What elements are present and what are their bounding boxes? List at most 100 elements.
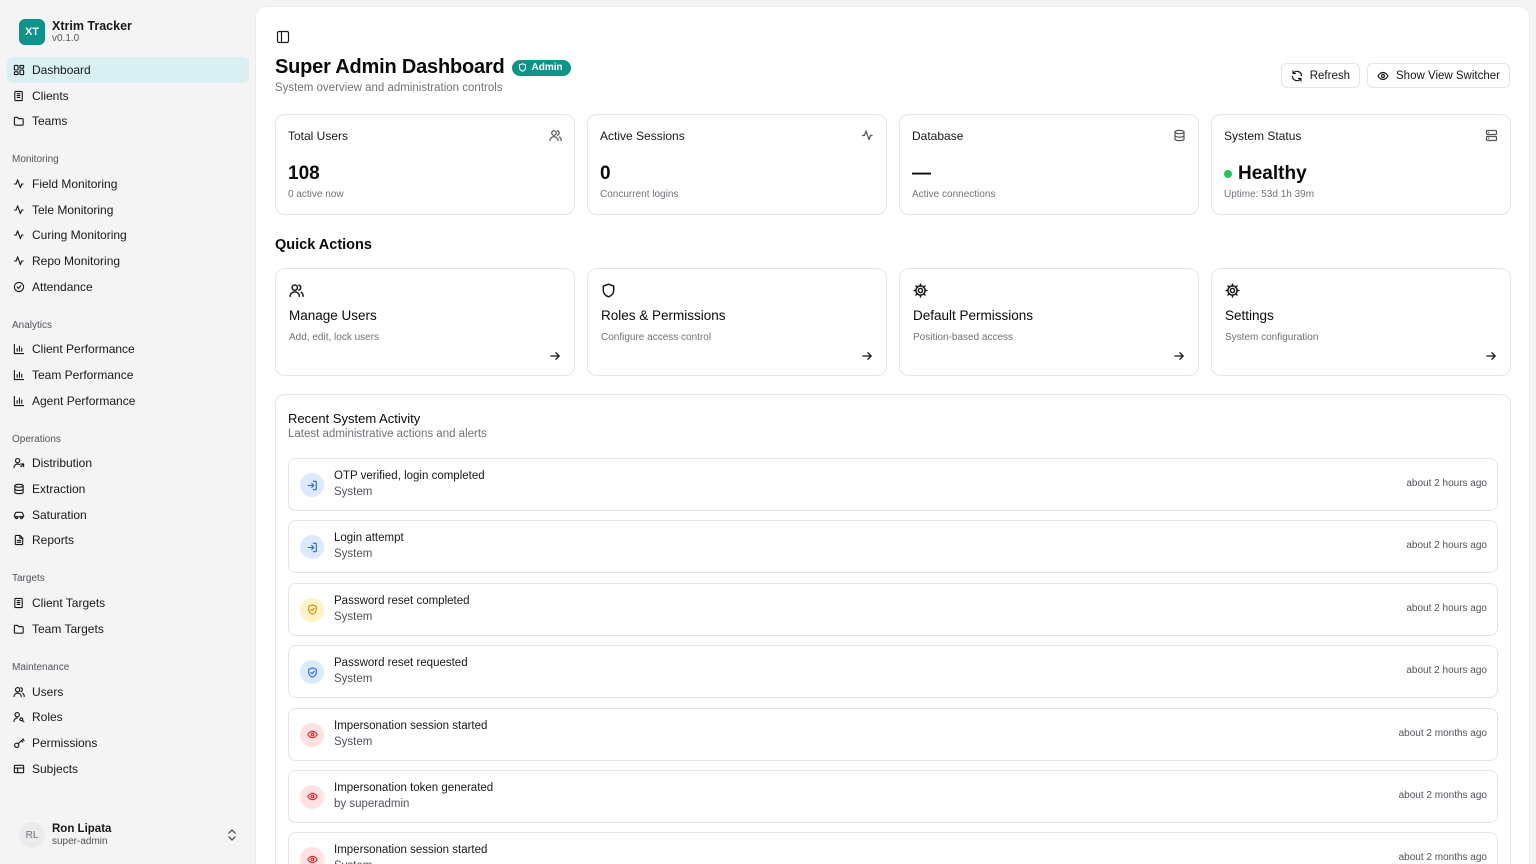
- action-card-settings[interactable]: Settings System configuration: [1211, 268, 1511, 376]
- header-actions: Refresh Show View Switcher: [1274, 63, 1510, 88]
- sidebar-group-analytics: Analytics: [12, 319, 53, 331]
- stat-label: Active Sessions: [600, 129, 685, 143]
- sidebar-item-label: Client Performance: [32, 342, 135, 357]
- stat-sub: 0 active now: [288, 189, 344, 200]
- activity-row[interactable]: Password reset requested System about 2 ho…: [288, 645, 1498, 699]
- sidebar-group-maintenance: Maintenance: [12, 661, 70, 673]
- stat-value-text: Healthy: [1238, 163, 1307, 184]
- stat-value: 0: [600, 163, 611, 185]
- activity-name: Impersonation session started: [334, 844, 488, 857]
- sidebar-item-subjects[interactable]: Subjects: [7, 756, 249, 782]
- sidebar-item-team-performance[interactable]: Team Performance: [7, 362, 249, 388]
- activity-row[interactable]: OTP verified, login completed System about…: [288, 458, 1498, 511]
- stat-value-text: —: [912, 163, 931, 184]
- user-key-icon: [13, 712, 25, 723]
- activity-actor: System: [334, 858, 487, 864]
- action-card-manage-users[interactable]: Manage Users Add, edit, lock users: [275, 268, 575, 376]
- sidebar-item-field-monitoring[interactable]: Field Monitoring: [7, 171, 249, 197]
- stat-card-active-sessions: Active Sessions 0 Concurrent logins: [587, 114, 887, 215]
- sidebar-item-label: Reports: [32, 533, 75, 548]
- check-circle-icon: [13, 281, 25, 292]
- quick-actions: Manage Users Add, edit, lock users Roles &…: [275, 268, 1511, 376]
- arrow-right-icon: [1486, 352, 1496, 360]
- app-root: XT Xtrim Tracker v0.1.0 Dashboard Clients…: [0, 0, 1536, 864]
- activity-row[interactable]: Impersonation session startedSystemabout…: [288, 707, 1498, 761]
- sidebar-item-clients[interactable]: Clients: [7, 83, 249, 109]
- user-role: super-admin: [52, 835, 108, 847]
- activity-text: Impersonation token generated by superadm…: [334, 781, 493, 812]
- stat-value: —: [912, 163, 931, 185]
- sidebar-item-permissions[interactable]: Permissions: [7, 730, 249, 756]
- sidebar-item-attendance[interactable]: Attendance: [7, 274, 249, 300]
- sidebar-item-distribution[interactable]: Distribution: [7, 451, 249, 477]
- folder-icon: [13, 116, 24, 126]
- stat-label: System Status: [1224, 129, 1302, 143]
- activity-name: Impersonation session started: [334, 719, 488, 732]
- action-title: Settings: [1225, 308, 1274, 323]
- sidebar-item-agent-performance[interactable]: Agent Performance: [7, 388, 249, 414]
- activity-row[interactable]: Login attempt System about 2 hours ago: [288, 520, 1498, 574]
- activity-row[interactable]: Password reset completed System about 2 ho…: [288, 582, 1498, 636]
- sidebar-item-tele-monitoring[interactable]: Tele Monitoring: [7, 197, 249, 223]
- chevrons-up-down-icon: [228, 829, 236, 841]
- sidebar-item-teams[interactable]: Teams: [7, 108, 249, 134]
- app-name: Xtrim Tracker: [52, 19, 132, 33]
- page-header: Super Admin Dashboard Admin System overv…: [275, 56, 571, 94]
- refresh-label: Refresh: [1309, 69, 1351, 82]
- eye-icon: [306, 855, 318, 864]
- eye-icon: [306, 793, 318, 801]
- sidebar-item-users[interactable]: Users: [7, 679, 249, 705]
- bar-chart-icon: [13, 344, 25, 355]
- sidebar-item-client-performance[interactable]: Client Performance: [7, 337, 249, 363]
- app-version: v0.1.0: [52, 33, 80, 44]
- sidebar-item-label: Roles: [32, 710, 63, 725]
- stat-sub: Uptime: 53d 1h 39m: [1224, 189, 1315, 200]
- sidebar-item-curing-monitoring[interactable]: Curing Monitoring: [7, 222, 249, 248]
- sidebar-item-client-targets[interactable]: Client Targets: [7, 590, 249, 616]
- shield-icon: [518, 63, 526, 72]
- brand[interactable]: XT Xtrim Tracker v0.1.0: [0, 7, 256, 57]
- view-switcher-button[interactable]: Show View Switcher: [1367, 63, 1510, 88]
- activity-actor: System: [334, 548, 373, 561]
- gear-icon: [1225, 283, 1240, 298]
- activity-time: about 2 hours ago: [1406, 602, 1487, 614]
- refresh-button[interactable]: Refresh: [1280, 63, 1361, 88]
- layout-icon: [13, 764, 25, 773]
- sidebar-item-roles[interactable]: Roles: [7, 704, 249, 730]
- activity-icon: [13, 230, 24, 240]
- action-desc: System configuration: [1225, 332, 1319, 343]
- activity-row[interactable]: Impersonation token generated by superadm…: [288, 769, 1498, 823]
- sidebar-item-dashboard[interactable]: Dashboard: [7, 57, 249, 83]
- sidebar-item-team-targets[interactable]: Team Targets: [7, 616, 249, 642]
- dashboard-icon: [13, 64, 25, 76]
- activity-row[interactable]: Impersonation session startedSystemabout…: [288, 832, 1498, 864]
- page-subtitle: System overview and administration contr…: [275, 82, 503, 94]
- sidebar-item-label: Clients: [32, 88, 69, 103]
- stat-value: 108: [288, 163, 320, 185]
- sidebar-item-extraction[interactable]: Extraction: [7, 476, 249, 502]
- action-card-default-permissions[interactable]: Default Permissions Position-based access: [899, 268, 1199, 376]
- sidebar-item-label: Repo Monitoring: [32, 253, 121, 268]
- action-desc: Add, edit, lock users: [289, 332, 380, 343]
- action-card-roles-permissions[interactable]: Roles & Permissions Configure access cont…: [587, 268, 887, 376]
- activity-actor: by superadmin: [334, 797, 410, 810]
- user-menu[interactable]: RL Ron Lipata super-admin: [0, 806, 256, 864]
- sidebar-toggle-icon[interactable]: [276, 30, 290, 44]
- sidebar-nav: Dashboard Clients Teams Monitoring Field Mon…: [0, 57, 256, 806]
- activity-actor: System: [334, 486, 373, 498]
- activity-time: about 2 hours ago: [1406, 540, 1487, 552]
- sidebar-item-reports[interactable]: Reports: [7, 528, 249, 554]
- brand-logo: XT: [19, 19, 45, 45]
- sidebar-item-saturation[interactable]: Saturation: [7, 502, 249, 528]
- sidebar-item-repo-monitoring[interactable]: Repo Monitoring: [7, 248, 249, 274]
- avatar: RL: [19, 822, 45, 848]
- action-title: Default Permissions: [913, 308, 1034, 323]
- main-content: Super Admin Dashboard Admin System overv…: [256, 7, 1529, 864]
- eye-icon: [1377, 71, 1389, 80]
- activity-text: Password reset completed System: [334, 594, 470, 625]
- activity-name: OTP verified, login completed: [334, 470, 485, 482]
- activity-title: Recent System Activity: [288, 411, 421, 426]
- users-icon: [549, 130, 562, 142]
- activity-text: Impersonation session startedSystem: [334, 843, 487, 864]
- activity-name: Login attempt: [334, 532, 404, 545]
